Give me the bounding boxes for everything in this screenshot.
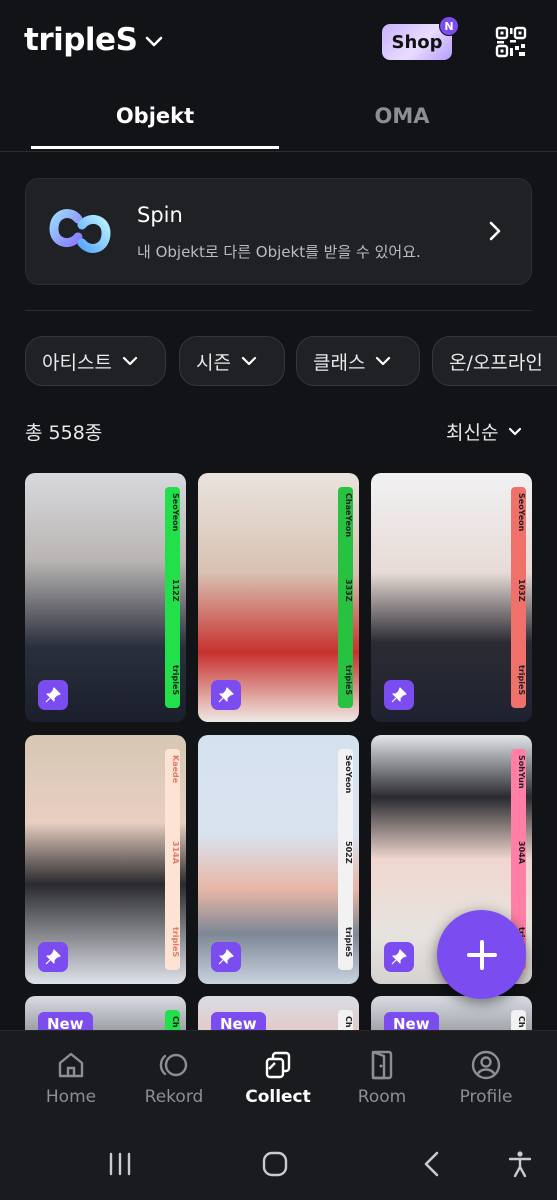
member-name: Ch (517, 1016, 526, 1028)
recent-apps-icon[interactable] (106, 1150, 134, 1178)
profile-icon (471, 1050, 501, 1080)
tab-oma[interactable]: OMA (278, 104, 526, 128)
group-name: tripleS (517, 665, 526, 696)
shop-new-badge: N (439, 16, 459, 36)
member-name: Ch (171, 1016, 180, 1028)
rekord-icon (159, 1053, 188, 1077)
objekt-number: 112Z (171, 579, 180, 602)
objekt-number: 314A (171, 841, 180, 864)
chevron-down-icon (376, 356, 391, 366)
objekt-stripe: ChaeYeon 333Z tripleS (338, 487, 353, 708)
bottom-nav: Home Rekord Collect Room Profile (0, 1030, 557, 1130)
pin-icon (45, 949, 61, 965)
back-icon[interactable] (418, 1150, 446, 1178)
spin-subtitle: 내 Objekt로 다른 Objekt를 받을 수 있어요. (137, 243, 421, 261)
system-nav-bar (0, 1130, 557, 1200)
home-icon (58, 1052, 84, 1078)
group-name: tripleS (344, 665, 353, 696)
filter-season[interactable]: 시즌 (179, 336, 285, 386)
pin-icon (391, 687, 407, 703)
filter-on-offline[interactable]: 온/오프라인 (432, 336, 557, 386)
objekt-count: 총 558종 (25, 422, 103, 444)
filter-label: 온/오프라인 (449, 351, 543, 374)
chevron-down-icon (241, 356, 257, 366)
nav-profile[interactable]: Profile (436, 1049, 536, 1107)
objekt-stripe: Kaede 314A tripleS (165, 749, 180, 970)
pin-button[interactable] (211, 942, 241, 972)
collect-icon (265, 1051, 291, 1079)
objekt-stripe: SeoYeon 103Z tripleS (511, 487, 526, 708)
app-title: tripleS (24, 22, 138, 58)
filter-label: 아티스트 (42, 351, 112, 374)
chevron-right-icon (489, 221, 501, 241)
objekt-card[interactable]: SeoYeon 502Z tripleS (198, 735, 359, 984)
home-button-icon[interactable] (261, 1150, 289, 1178)
chevron-down-icon (122, 356, 138, 366)
pin-button[interactable] (38, 680, 68, 710)
tab-bar: Objekt OMA (0, 96, 557, 152)
pin-icon (391, 949, 407, 965)
accessibility-icon[interactable] (506, 1150, 534, 1178)
app-header: tripleS Shop N (0, 0, 557, 90)
spin-title: Spin (137, 203, 183, 227)
objekt-card[interactable]: SeoYeon 103Z tripleS (371, 473, 532, 722)
nav-rekord[interactable]: Rekord (124, 1049, 224, 1107)
objekt-number: 304A (517, 841, 526, 864)
pin-icon (218, 949, 234, 965)
group-name: tripleS (344, 927, 353, 958)
filter-artist[interactable]: 아티스트 (25, 336, 166, 386)
objekt-card[interactable]: Kaede 314A tripleS (25, 735, 186, 984)
tab-objekt[interactable]: Objekt (31, 104, 279, 128)
pin-icon (45, 687, 61, 703)
nav-label: Collect (245, 1087, 311, 1107)
nav-label: Home (45, 1087, 97, 1107)
group-name: tripleS (171, 665, 180, 696)
nav-label: Profile (459, 1087, 513, 1107)
member-name: Kaede (171, 755, 180, 784)
pin-button[interactable] (384, 942, 414, 972)
filter-label: 클래스 (313, 351, 366, 374)
objekt-number: 502Z (344, 841, 353, 864)
divider (25, 310, 532, 311)
door-icon (371, 1050, 393, 1080)
spin-banner[interactable]: Spin 내 Objekt로 다른 Objekt를 받을 수 있어요. (25, 178, 532, 285)
objekt-number: 103Z (517, 579, 526, 602)
nav-home[interactable]: Home (21, 1049, 121, 1107)
sort-selector[interactable]: 최신순 (446, 418, 522, 445)
member-name: ChaeYeon (344, 493, 353, 538)
group-name: tripleS (171, 927, 180, 958)
chevron-down-icon (509, 427, 522, 436)
filter-class[interactable]: 클래스 (296, 336, 420, 386)
member-name: SohYun (517, 755, 526, 789)
spin-icon (49, 209, 111, 253)
nav-label: Rekord (144, 1087, 204, 1107)
chevron-down-icon (146, 36, 163, 47)
active-tab-indicator (31, 146, 279, 149)
add-button[interactable] (437, 910, 526, 999)
pin-button[interactable] (384, 680, 414, 710)
pin-button[interactable] (211, 680, 241, 710)
nav-room[interactable]: Room (332, 1049, 432, 1107)
pin-button[interactable] (38, 942, 68, 972)
nav-collect[interactable]: Collect (228, 1049, 328, 1107)
member-name: SeoYeon (171, 493, 180, 532)
filter-bar: 아티스트 시즌 클래스 온/오프라인 (0, 336, 557, 386)
objekt-number: 333Z (344, 579, 353, 602)
objekt-stripe: SeoYeon 502Z tripleS (338, 749, 353, 970)
pin-icon (218, 687, 234, 703)
member-name: SeoYeon (344, 755, 353, 794)
group-selector[interactable]: tripleS (24, 22, 163, 58)
nav-label: Room (357, 1087, 407, 1107)
member-name: Ch (344, 1016, 353, 1028)
filter-label: 시즌 (196, 351, 231, 374)
qr-code-icon[interactable] (495, 26, 527, 58)
objekt-stripe: SeoYeon 112Z tripleS (165, 487, 180, 708)
sort-label: 최신순 (446, 422, 499, 444)
member-name: SeoYeon (517, 493, 526, 532)
objekt-card[interactable]: SeoYeon 112Z tripleS (25, 473, 186, 722)
plus-icon (466, 939, 497, 970)
objekt-card[interactable]: ChaeYeon 333Z tripleS (198, 473, 359, 722)
